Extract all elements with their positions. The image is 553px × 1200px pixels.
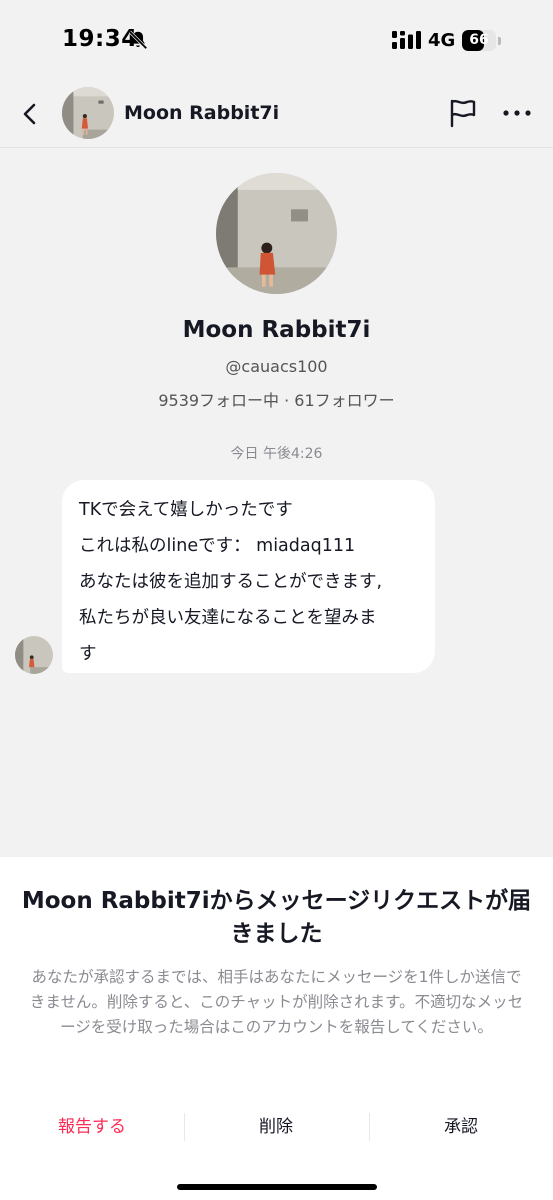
profile-stats: 9539フォロー中 · 61フォロワー	[158, 391, 395, 410]
back-icon	[23, 103, 36, 125]
profile-handle: @cauacs100	[225, 357, 328, 376]
message-line: これは私のlineです： miadaq111	[79, 536, 356, 556]
header-avatar[interactable]	[62, 87, 114, 139]
chat-header: Moon Rabbit7i	[0, 84, 553, 148]
message-line: 私たちが良い友達になることを望みま	[79, 608, 377, 628]
battery-icon: 66	[462, 30, 496, 51]
back-button[interactable]	[12, 96, 48, 132]
header-username[interactable]: Moon Rabbit7i	[124, 102, 279, 124]
more-icon	[503, 110, 531, 116]
sender-avatar[interactable]	[15, 636, 53, 674]
report-flag-button[interactable]	[446, 96, 480, 130]
approve-button[interactable]: 承認	[369, 1107, 553, 1147]
avatar-image	[15, 636, 53, 674]
network-type: 4G	[428, 30, 456, 51]
message-line: す	[79, 644, 97, 664]
message-timestamp: 今日 午後4:26	[230, 446, 323, 462]
battery-level: 66	[469, 32, 489, 48]
message-bubble[interactable]: TKで会えて嬉しかったです これは私のlineです： miadaq111 あなた…	[62, 480, 435, 673]
more-options-button[interactable]	[500, 96, 534, 130]
avatar-image	[216, 173, 337, 294]
request-description: あなたが承認するまでは、相手はあなたにメッセージを1件しか送信できません。削除す…	[29, 968, 524, 1036]
request-actions: 報告する 削除 承認	[0, 1107, 553, 1147]
avatar-image	[62, 87, 114, 139]
home-indicator[interactable]	[177, 1184, 377, 1190]
report-button[interactable]: 報告する	[0, 1107, 184, 1147]
bell-off-icon	[128, 30, 148, 50]
profile-name: Moon Rabbit7i	[182, 317, 371, 343]
message-line: TKで会えて嬉しかったです	[79, 500, 293, 520]
message-request-sheet: Moon Rabbit7iからメッセージリクエストが届きました あなたが承認する…	[0, 857, 553, 1200]
message-line: あなたは彼を追加することができます,	[79, 572, 383, 592]
request-title: Moon Rabbit7iからメッセージリクエストが届きました	[21, 888, 532, 947]
delete-button[interactable]: 削除	[184, 1107, 368, 1147]
battery-tip	[498, 37, 501, 45]
flag-icon	[450, 99, 476, 128]
signal-icon	[392, 31, 421, 49]
profile-avatar[interactable]	[216, 173, 337, 294]
status-bar: 19:34 4G 66	[0, 0, 553, 84]
